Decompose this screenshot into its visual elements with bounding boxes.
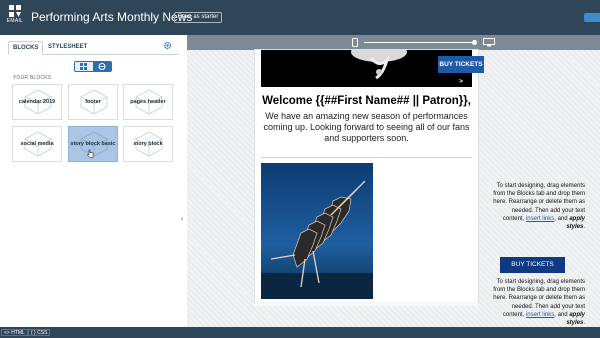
panel-tabs: BLOCKS STYLESHEET: [8, 41, 179, 55]
insert-links-link-2[interactable]: insert links: [526, 312, 554, 318]
email-preview: Welcome {{##First Name## || Patron}}, We…: [187, 35, 600, 327]
your-blocks-heading: YOUR BLOCKS: [13, 75, 52, 81]
tab-blocks[interactable]: BLOCKS: [8, 41, 44, 55]
divider-line: [261, 157, 472, 158]
insert-links-link[interactable]: insert links: [526, 216, 554, 222]
view-toggle: [74, 61, 112, 72]
grid-view-button[interactable]: [75, 62, 93, 71]
email-canvas: Welcome {{##First Name## || Patron}}, We…: [187, 50, 600, 327]
zoom-slider-track[interactable]: [364, 42, 476, 43]
block-story-block-basic[interactable]: story block basic: [68, 126, 118, 162]
document-title[interactable]: Performing Arts Monthly News: [31, 10, 192, 24]
block-social-media[interactable]: social media: [12, 126, 62, 162]
email-logo-icon: [9, 5, 21, 17]
top-right-action-button[interactable]: [584, 13, 600, 22]
and-text-2: , and: [554, 311, 568, 318]
blocks-panel: BLOCKS STYLESHEET YOUR BLOCKS calendar 2…: [0, 35, 187, 327]
grid-icon: [80, 63, 87, 70]
globe-icon: [98, 63, 106, 70]
code-toggle-bar: <> HTML { } CSS: [0, 327, 600, 338]
block-label: footer: [85, 99, 101, 105]
block-footer[interactable]: footer: [68, 84, 118, 120]
story-text-1[interactable]: To start designing, drag elements from t…: [489, 182, 585, 231]
hand-cursor-icon: [87, 149, 94, 158]
intro-paragraph[interactable]: We have an amazing new season of perform…: [261, 111, 472, 144]
welcome-heading[interactable]: Welcome {{##First Name## || Patron}},: [261, 95, 472, 107]
desktop-icon[interactable]: [483, 38, 495, 47]
email-body: Welcome {{##First Name## || Patron}}, We…: [255, 50, 478, 302]
block-story-block[interactable]: story block: [123, 126, 173, 162]
gear-icon[interactable]: [163, 41, 172, 50]
mobile-icon[interactable]: [352, 38, 358, 47]
top-header: EMAIL Performing Arts Monthly News Save …: [0, 0, 600, 35]
and-text: , and: [554, 215, 568, 222]
block-label: story block basic: [70, 141, 116, 147]
block-label: social media: [20, 141, 54, 147]
email-editor: EMAIL Performing Arts Monthly News Save …: [0, 0, 600, 338]
email-bottom-edge: [255, 302, 478, 306]
period-text: .: [583, 224, 585, 231]
logo-label: EMAIL: [6, 18, 24, 24]
block-calendar-2019[interactable]: calendar 2019: [12, 84, 62, 120]
block-label: pages header: [130, 99, 166, 105]
css-button[interactable]: { } CSS: [28, 329, 51, 336]
globe-view-button[interactable]: [93, 62, 111, 71]
story-text-2[interactable]: To start designing, drag elements from t…: [489, 278, 585, 327]
tab-stylesheet[interactable]: STYLESHEET: [44, 41, 91, 55]
buy-tickets-button[interactable]: BUY TICKETS: [500, 257, 565, 273]
ballet-photo[interactable]: [261, 163, 373, 299]
preview-toolbar: [187, 35, 600, 50]
hero-buy-tickets-button[interactable]: BUY TICKETS >: [438, 56, 484, 85]
block-pages-header[interactable]: pages header: [123, 84, 173, 120]
block-label: calendar 2019: [18, 99, 56, 105]
save-as-starter-button[interactable]: Save as starter: [174, 12, 223, 23]
period-text-2: .: [583, 320, 585, 327]
html-button[interactable]: <> HTML: [1, 329, 28, 336]
collapse-panel-chevron-icon[interactable]: ‹: [178, 216, 186, 224]
block-label: story block: [133, 141, 163, 147]
zoom-slider-handle[interactable]: [472, 40, 477, 45]
app-logo[interactable]: EMAIL: [4, 5, 26, 31]
ballet-dancers-image: [261, 163, 373, 299]
